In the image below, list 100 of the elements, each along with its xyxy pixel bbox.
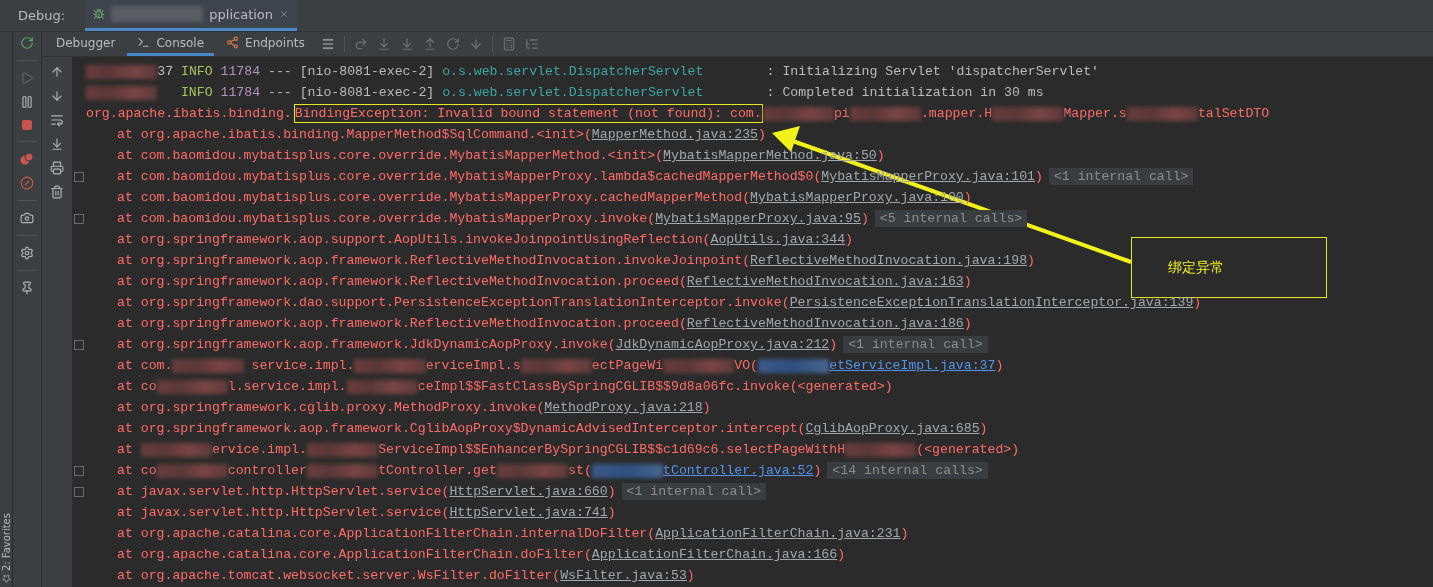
stack-trace-text: at com.baomidou.mybatisplus.core.override.MybatisMapperProxy.invoke( xyxy=(117,211,656,226)
source-link[interactable]: etServiceImpl.java:37 xyxy=(829,358,996,373)
tab[interactable]: Debugger xyxy=(46,32,126,56)
redacted-blur xyxy=(849,106,921,121)
source-link[interactable]: ReflectiveMethodInvocation.java:198 xyxy=(750,253,1028,268)
stack-trace-text: at org.springframework.cglib.proxy.MethodProxy.invoke( xyxy=(117,400,545,415)
stack-trace-text: .mapper.H xyxy=(920,106,993,121)
trash-icon[interactable] xyxy=(50,185,64,199)
stack-trace-text: at com.baomidou.mybatisplus.core.override.MybatisMapperProxy.lambda$cachedMapperMethod$0( xyxy=(117,169,822,184)
log-text: : Initializing Servlet 'dispatcherServlet' xyxy=(765,64,1099,79)
stack-trace-text: at org.springframework.dao.support.PersistenceExceptionTranslationInterceptor.invoke( xyxy=(117,295,790,310)
redacted-blur xyxy=(156,463,228,478)
mute-breakpoints-icon[interactable] xyxy=(20,176,34,190)
stack-trace-text: ) xyxy=(963,316,972,331)
session-tab[interactable]: pplication xyxy=(85,0,298,31)
pause-icon[interactable] xyxy=(20,95,34,109)
process-id: 11784 xyxy=(219,64,261,79)
expand-icon[interactable] xyxy=(74,465,84,476)
stack-trace-text: ) xyxy=(1193,295,1202,310)
source-link[interactable]: PersistenceExceptionTranslationInterceptor.java:139 xyxy=(789,295,1194,310)
expand-icon[interactable] xyxy=(74,213,84,224)
highlighted-exception-text: BindingException: Invalid bound statement (not found): com. xyxy=(293,104,763,123)
bug-icon xyxy=(93,7,105,21)
source-link[interactable]: ApplicationFilterChain.java:166 xyxy=(591,547,838,562)
source-link[interactable]: CglibAopProxy.java:685 xyxy=(805,421,980,436)
stack-trace-text: erviceImpl.s xyxy=(425,358,521,373)
redacted-blur xyxy=(86,64,158,79)
source-link[interactable]: HttpServlet.java:660 xyxy=(449,484,608,499)
redacted-blur xyxy=(1126,106,1198,121)
stop-icon[interactable] xyxy=(21,119,33,131)
step-over-icon[interactable] xyxy=(353,37,368,51)
stack-trace-text: ) xyxy=(860,211,869,226)
menu-icon[interactable] xyxy=(320,37,335,51)
up-icon[interactable] xyxy=(50,65,64,79)
close-icon[interactable] xyxy=(279,8,290,20)
stack-trace-text: at org.springframework.aop.support.AopUtils.invokeJoinpointUsingReflection( xyxy=(117,232,711,247)
resume-icon[interactable] xyxy=(20,71,34,85)
print-icon[interactable] xyxy=(50,161,64,175)
expand-icon[interactable] xyxy=(74,486,84,497)
source-link[interactable]: WsFilter.java:53 xyxy=(560,568,687,583)
stack-trace-text: at org.springframework.aop.framework.CglibAopProxy$DynamicAdvisedInterceptor.intercept( xyxy=(117,421,806,436)
trace-icon[interactable] xyxy=(524,37,539,51)
step-into-icon[interactable] xyxy=(376,37,391,51)
stack-trace-text: at co xyxy=(117,379,157,394)
stack-trace-text: ) xyxy=(837,547,846,562)
internal-calls-fold[interactable]: <5 internal calls> xyxy=(874,210,1028,227)
source-link[interactable]: MapperMethod.java:235 xyxy=(591,127,759,142)
source-link[interactable]: tController.java:52 xyxy=(663,463,814,478)
calculator-icon[interactable] xyxy=(501,37,516,51)
source-link[interactable]: JdkDynamicAopProxy.java:212 xyxy=(615,337,830,352)
stack-trace-text: ) xyxy=(607,484,616,499)
rerun-icon[interactable] xyxy=(20,36,34,50)
stack-trace-text: at com. xyxy=(117,358,173,373)
stack-trace-text: ceImpl$$FastClassBySpringCGLIB$$9d8a06fc.invoke(<generated>) xyxy=(417,379,893,394)
source-link[interactable]: MethodProxy.java:218 xyxy=(544,400,703,415)
source-link[interactable]: HttpServlet.java:741 xyxy=(449,505,608,520)
stack-trace-text: at org.springframework.aop.framework.ReflectiveMethodInvocation.proceed( xyxy=(117,316,687,331)
stack-trace-text: at org.springframework.aop.framework.ReflectiveMethodInvocation.invokeJoinpoint( xyxy=(117,253,751,268)
redacted-blur xyxy=(845,442,917,457)
redacted-blur xyxy=(346,379,418,394)
stack-trace-text: controller xyxy=(227,463,307,478)
redacted-blur xyxy=(354,358,426,373)
stack-trace-text: at javax.servlet.http.HttpServlet.service( xyxy=(117,505,450,520)
source-link[interactable]: ReflectiveMethodInvocation.java:163 xyxy=(686,274,964,289)
internal-calls-fold[interactable]: <1 internal call> xyxy=(621,483,767,500)
stack-trace-text: ) xyxy=(686,568,695,583)
stack-trace-text: ) xyxy=(829,337,838,352)
scroll-to-end-icon[interactable] xyxy=(50,137,64,151)
tab[interactable]: Endpoints xyxy=(216,32,315,56)
expand-icon[interactable] xyxy=(74,339,84,350)
internal-calls-fold[interactable]: <1 internal call> xyxy=(843,336,988,353)
stack-trace-text: at org.apache.tomcat.websocket.server.WsFilter.doFilter( xyxy=(117,568,561,583)
camera-icon[interactable] xyxy=(20,211,34,225)
log-text: 37 xyxy=(157,64,175,79)
pin-icon[interactable] xyxy=(20,281,34,295)
tab[interactable]: Console xyxy=(127,32,215,56)
favorites-tab[interactable]: 2: Favorites xyxy=(0,512,12,583)
breakpoints-icon[interactable] xyxy=(20,152,34,166)
source-link[interactable]: ApplicationFilterChain.java:231 xyxy=(655,526,901,541)
internal-calls-fold[interactable]: <14 internal calls> xyxy=(827,462,988,479)
stack-trace-text: at org.apache.catalina.core.ApplicationFilterChain.doFilter( xyxy=(117,547,592,562)
stack-trace-text: l.service.impl. xyxy=(227,379,347,394)
internal-calls-fold[interactable]: <1 internal call> xyxy=(1048,168,1194,185)
source-link[interactable]: MybatisMapperProxy.java:95 xyxy=(655,211,861,226)
source-link[interactable]: ReflectiveMethodInvocation.java:186 xyxy=(686,316,964,331)
source-link[interactable]: AopUtils.java:344 xyxy=(710,232,846,247)
stack-trace-text: ) xyxy=(979,421,988,436)
stack-trace-text: at xyxy=(117,442,134,457)
expand-icon[interactable] xyxy=(74,171,84,182)
stack-trace-text: Mapper.s xyxy=(1063,106,1127,121)
stack-trace-text: ) xyxy=(1035,169,1043,184)
session-title: pplication xyxy=(209,6,274,22)
stack-trace-text: at com.baomidou.mybatisplus.core.override.MybatisMapperProxy.cachedMapperMethod( xyxy=(117,190,751,205)
annotation-note: 绑定异常 xyxy=(1131,237,1327,298)
stack-trace-text: at javax.servlet.http.HttpServlet.service( xyxy=(117,484,450,499)
down-icon[interactable] xyxy=(50,89,64,103)
wrap-text-icon[interactable] xyxy=(50,113,64,127)
step-out-icon[interactable] xyxy=(422,37,437,51)
settings-icon[interactable] xyxy=(20,246,34,260)
process-id: 11784 xyxy=(219,85,261,100)
